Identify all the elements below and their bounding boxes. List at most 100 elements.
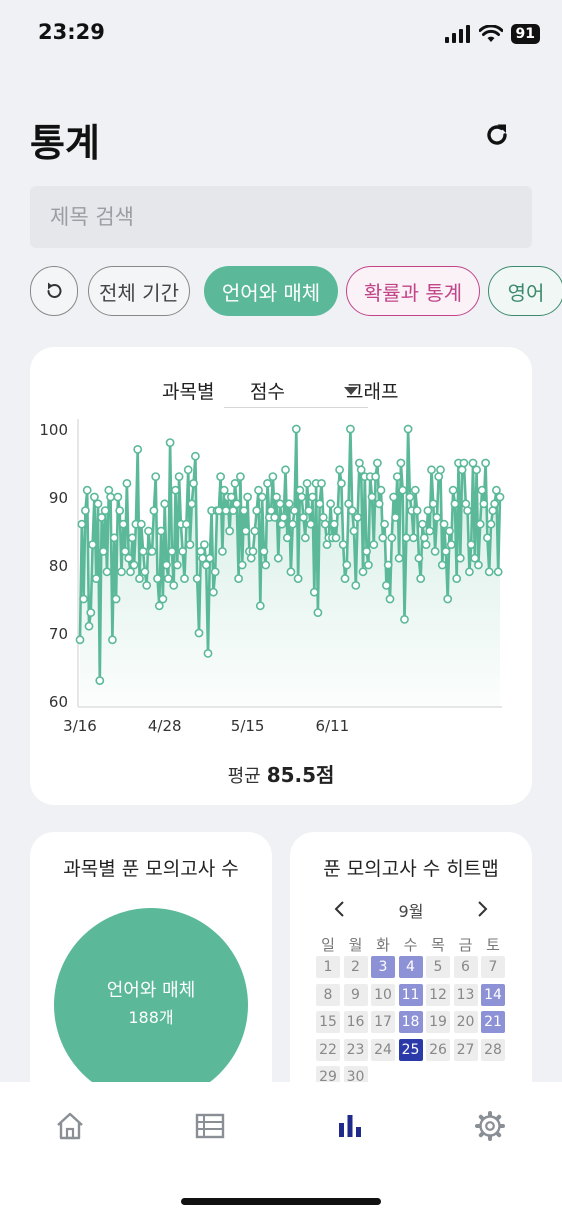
data-point[interactable] [162,560,171,570]
data-point[interactable] [174,472,184,482]
data-point[interactable] [234,574,243,583]
data-point[interactable] [387,533,397,543]
heatmap-day-cell[interactable]: 28 [481,1038,505,1061]
data-point[interactable] [414,553,424,563]
data-point[interactable] [299,512,308,522]
data-point[interactable] [144,526,153,536]
data-point[interactable] [437,560,447,570]
data-point[interactable] [181,519,191,529]
data-point[interactable] [272,492,281,502]
data-point[interactable] [97,512,106,522]
data-point[interactable] [201,560,211,570]
data-point[interactable] [102,567,112,577]
data-point[interactable] [385,594,395,604]
data-point[interactable] [358,567,368,577]
next-month-button[interactable] [468,894,498,924]
heatmap-day-cell[interactable]: 5 [426,956,450,978]
data-point[interactable] [124,553,134,563]
data-point[interactable] [154,601,164,611]
data-point[interactable] [432,512,442,522]
data-point[interactable] [326,499,335,509]
data-point[interactable] [463,506,472,515]
data-point[interactable] [376,485,386,495]
data-point[interactable] [491,485,501,495]
heatmap-day-cell[interactable]: 9 [343,983,368,1006]
data-point[interactable] [255,601,265,611]
data-point[interactable] [374,499,384,509]
heatmap-day-cell[interactable]: 20 [453,1011,478,1033]
data-point[interactable] [189,478,198,488]
data-point[interactable] [459,458,469,468]
data-point[interactable] [331,533,341,543]
data-point[interactable] [344,499,353,509]
heatmap-day-cell[interactable]: 22 [316,1038,340,1061]
data-point[interactable] [470,553,480,563]
data-point[interactable] [345,424,355,434]
data-point[interactable] [259,546,269,556]
data-point[interactable] [448,485,458,495]
data-point[interactable] [391,512,400,522]
data-point[interactable] [257,492,267,502]
data-point[interactable] [481,458,490,468]
data-point[interactable] [394,553,404,563]
heatmap-day-cell[interactable]: 16 [343,1011,368,1033]
data-point[interactable] [291,424,301,434]
data-point[interactable] [392,472,402,482]
data-point[interactable] [82,485,92,495]
data-point[interactable] [185,540,195,549]
data-point[interactable] [297,492,307,502]
data-point[interactable] [261,560,271,570]
data-point[interactable] [113,492,123,502]
data-point[interactable] [416,574,426,583]
heatmap-day-cell[interactable]: 14 [481,983,505,1006]
data-point[interactable] [147,546,157,556]
data-point[interactable] [120,546,130,556]
data-point[interactable] [169,580,179,590]
heatmap-day-cell[interactable]: 18 [398,1011,423,1033]
nav-settings[interactable] [470,1106,510,1146]
data-point[interactable] [477,485,487,495]
data-point[interactable] [225,526,234,536]
data-point[interactable] [430,546,440,556]
data-point[interactable] [446,540,456,549]
data-point[interactable] [290,506,299,515]
data-point[interactable] [412,506,422,515]
data-point[interactable] [315,499,325,509]
data-point[interactable] [466,540,476,549]
data-point[interactable] [198,553,207,563]
data-point[interactable] [493,567,503,577]
data-point[interactable] [239,506,249,515]
data-point[interactable] [275,499,285,509]
data-point[interactable] [99,546,108,556]
data-point[interactable] [308,492,317,502]
data-point[interactable] [165,438,175,447]
heatmap-day-cell[interactable]: 26 [426,1038,450,1061]
data-point[interactable] [421,540,431,549]
data-point[interactable] [445,526,454,536]
data-point[interactable] [158,594,168,604]
data-point[interactable] [172,560,182,570]
chip-language-media[interactable]: 언어와 매체 [204,266,338,316]
data-point[interactable] [284,499,294,509]
heatmap-day-cell[interactable]: 2 [343,956,368,978]
data-point[interactable] [140,567,150,577]
data-point[interactable] [338,540,348,549]
data-point[interactable] [199,540,209,549]
heatmap-day-cell[interactable]: 11 [398,983,423,1006]
data-point[interactable] [490,499,499,509]
data-point[interactable] [304,506,314,515]
data-point[interactable] [464,567,474,577]
data-point[interactable] [389,492,398,502]
heatmap-day-cell[interactable]: 4 [398,956,423,978]
data-point[interactable] [495,492,505,502]
data-point[interactable] [475,519,485,529]
data-point[interactable] [167,546,177,556]
data-point[interactable] [163,574,173,583]
data-point[interactable] [484,567,494,577]
heatmap-day-cell[interactable]: 24 [371,1038,395,1061]
data-point[interactable] [100,506,110,515]
data-point[interactable] [383,560,393,570]
data-point[interactable] [135,574,144,583]
data-point[interactable] [369,540,379,549]
data-point[interactable] [342,560,352,570]
